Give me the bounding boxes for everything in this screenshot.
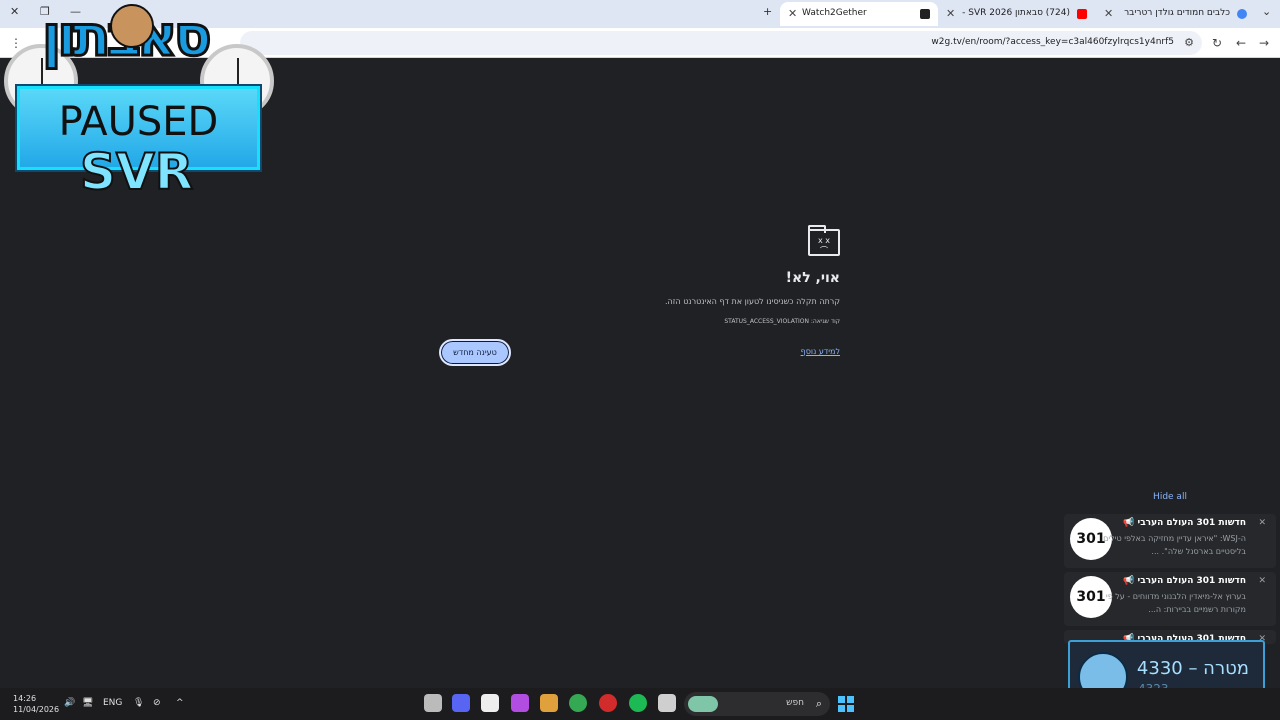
notification-title: חדשות 301 העולם הערבי 📢 [1123, 576, 1246, 586]
windows-start-icon[interactable] [838, 696, 854, 712]
app-mic-icon[interactable] [540, 694, 558, 712]
discord-icon[interactable] [452, 694, 470, 712]
app-camera-icon[interactable] [511, 694, 529, 712]
google-favicon-icon [1237, 9, 1247, 19]
spotify-icon[interactable] [629, 694, 647, 712]
tab-watch2gether[interactable]: ✕ Watch2Gether [780, 2, 938, 26]
url-text[interactable]: w2g.tv/en/room/?access_key=c3al460fzylrq… [931, 37, 1174, 47]
mascot-avatar [110, 4, 154, 48]
tab-search-chevron-icon[interactable]: ⌄ [1262, 5, 1271, 18]
site-settings-icon[interactable]: ⚙ [1184, 36, 1194, 49]
hide-all-button[interactable]: Hide all [1062, 492, 1278, 502]
time-text: 14:26 [13, 694, 37, 703]
clock[interactable]: 14:26 11/04/2026 [13, 693, 59, 715]
menu-dots-icon[interactable]: ⋮ [10, 36, 22, 50]
tab-svr-youtube[interactable]: ✕ (724) סבאתון SVR 2026 - פרודיה [940, 2, 1095, 26]
reload-button[interactable]: טעינה מחדש [439, 339, 511, 366]
goal-label: מטרה – 4330 [1136, 658, 1249, 679]
reload-icon[interactable]: ↻ [1212, 36, 1222, 50]
notification-item[interactable]: 301 חדשות 301 העולם הערבי 📢 בערוץ אל-מיא… [1064, 572, 1276, 626]
close-notification-icon[interactable]: ✕ [1258, 518, 1266, 528]
microphone-icon[interactable]: 🎙 [133, 698, 144, 708]
tray-chevron-icon[interactable]: ^ [176, 698, 184, 708]
screen: ✕ ❐ — + ✕ Watch2Gether ✕ (724) סבאתון SV… [0, 0, 1280, 720]
back-icon[interactable]: → [1259, 36, 1269, 50]
svr-label: SVR [79, 142, 194, 202]
window-close-icon[interactable]: ✕ [10, 5, 19, 18]
app-record-icon[interactable] [599, 694, 617, 712]
error-title: אוי, לא! [785, 270, 840, 286]
notification-panel: Hide all 301 חדשות 301 העולם הערבי 📢 ה-W… [1062, 484, 1278, 644]
close-notification-icon[interactable]: ✕ [1258, 576, 1266, 586]
camera-off-icon[interactable]: ⊘ [153, 698, 161, 708]
omnibox[interactable]: w2g.tv/en/room/?access_key=c3al460fzylrq… [240, 31, 1202, 55]
tab-title: Watch2Gether [802, 8, 867, 18]
search-placeholder: חפש [786, 698, 804, 708]
notification-item[interactable]: 301 חדשות 301 העולם הערבי 📢 ה-WSJ: "אירא… [1064, 514, 1276, 568]
search-icon: ⌕ [815, 697, 822, 710]
close-tab-icon[interactable]: ✕ [1104, 7, 1113, 20]
notification-body: ה-WSJ: "איראן עדיין מחזיקה באלפי טילים ב… [1103, 534, 1246, 556]
forward-icon[interactable]: ← [1236, 36, 1246, 50]
w2g-favicon-icon [920, 9, 930, 19]
network-icon[interactable]: 🖥 [82, 698, 93, 708]
close-tab-icon[interactable]: ✕ [946, 7, 955, 20]
notification-body: בערוץ אל-מיאדין הלבנוני מדווחים - על פי … [1105, 592, 1246, 614]
taskbar: 14:26 11/04/2026 🔊 🖥 ENG 🎙 ⊘ ^ חפש ⌕ [0, 688, 1280, 720]
taskbar-search[interactable]: חפש ⌕ [684, 692, 830, 716]
notification-title: חדשות 301 העולם הערבי 📢 [1123, 518, 1246, 528]
app-photos-icon[interactable] [424, 694, 442, 712]
error-description: קרתה תקלה כשניסינו לטעון את דף האינטרנט … [664, 297, 840, 306]
sad-face-icon: x x ⌒ [817, 236, 830, 255]
sad-folder-icon: x x ⌒ [808, 225, 840, 256]
date-text: 11/04/2026 [13, 705, 60, 714]
tab-title: (724) סבאתון SVR 2026 - פרודיה [962, 8, 1070, 18]
search-highlight-icon [688, 696, 718, 712]
error-code: קוד שגיאה: STATUS_ACCESS_VIOLATION [724, 318, 840, 325]
youtube-favicon-icon [1077, 9, 1087, 19]
tab-google-search[interactable]: ✕ כלבים חמודים גולדן רטריבר - חיפוש ב-Go… [1100, 2, 1255, 26]
tab-title: כלבים חמודים גולדן רטריבר - חיפוש ב-Goog… [1122, 8, 1230, 18]
learn-more-link[interactable]: למידע נוסף [801, 347, 840, 356]
new-tab-icon[interactable]: + [763, 5, 772, 18]
volume-icon[interactable]: 🔊 [64, 698, 75, 708]
paused-label: PAUSED [58, 99, 219, 145]
chrome-icon[interactable] [569, 694, 587, 712]
language-indicator[interactable]: ENG [103, 698, 122, 708]
file-explorer-icon[interactable] [658, 694, 676, 712]
close-tab-icon[interactable]: ✕ [788, 7, 797, 20]
app-icon[interactable] [481, 694, 499, 712]
